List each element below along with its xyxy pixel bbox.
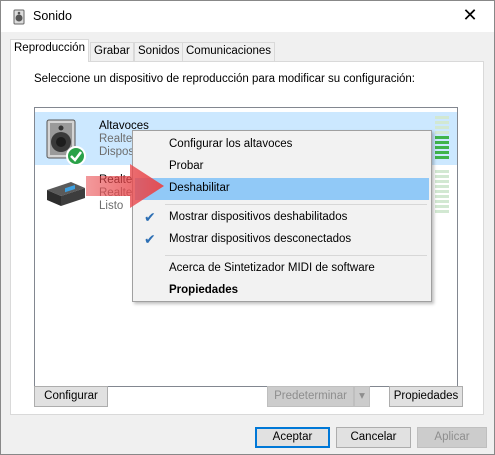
- menu-item-about-midi[interactable]: Acerca de Sintetizador MIDI de software: [135, 258, 429, 280]
- speaker-default-icon: [46, 119, 86, 166]
- check-icon: ✔: [144, 209, 156, 225]
- context-menu: Configurar los altavoces Probar Deshabil…: [132, 130, 432, 302]
- digital-output-icon: [47, 182, 85, 206]
- device-status: Dispos: [99, 146, 135, 158]
- menu-item-label: Acerca de Sintetizador MIDI de software: [169, 262, 375, 274]
- menu-item-label: Mostrar dispositivos desconectados: [169, 233, 352, 245]
- menu-item-disable[interactable]: Deshabilitar: [135, 178, 429, 200]
- menu-item-configure-speakers[interactable]: Configurar los altavoces: [135, 134, 429, 156]
- menu-separator: [165, 255, 427, 256]
- menu-item-properties[interactable]: Propiedades: [135, 280, 429, 302]
- tab-comunicaciones[interactable]: Comunicaciones: [182, 42, 276, 61]
- menu-item-test[interactable]: Probar: [135, 156, 429, 178]
- tab-grabar[interactable]: Grabar: [90, 42, 134, 61]
- set-default-dropdown[interactable]: ▾: [354, 386, 370, 407]
- volume-meter: [435, 116, 449, 161]
- title-bar: Sonido ✕: [1, 1, 494, 32]
- menu-item-label: Mostrar dispositivos deshabilitados: [169, 211, 348, 223]
- properties-button[interactable]: Propiedades: [389, 386, 463, 407]
- ok-button[interactable]: Aceptar: [255, 427, 330, 448]
- tab-reproduccion[interactable]: Reproducción: [10, 39, 89, 62]
- tab-sonidos[interactable]: Sonidos: [134, 42, 184, 61]
- close-button[interactable]: ✕: [452, 3, 488, 29]
- menu-item-label: Probar: [169, 160, 204, 172]
- menu-item-label: Configurar los altavoces: [169, 138, 293, 150]
- speaker-icon: [13, 9, 25, 25]
- cancel-button[interactable]: Cancelar: [336, 427, 411, 448]
- window-title: Sonido: [33, 9, 72, 23]
- arrow-annotation-icon: [86, 164, 164, 208]
- volume-meter: [435, 170, 449, 215]
- menu-separator: [165, 204, 427, 205]
- instructions-text: Seleccione un dispositivo de reproducció…: [34, 73, 415, 85]
- set-default-button[interactable]: Predeterminar: [267, 386, 354, 407]
- configure-button[interactable]: Configurar: [34, 386, 108, 407]
- check-icon: ✔: [144, 231, 156, 247]
- menu-item-show-disabled[interactable]: ✔ Mostrar dispositivos deshabilitados: [135, 207, 429, 229]
- menu-item-label: Propiedades: [169, 284, 239, 296]
- menu-item-show-disconnected[interactable]: ✔ Mostrar dispositivos desconectados: [135, 229, 429, 251]
- menu-item-label: Deshabilitar: [169, 182, 230, 194]
- apply-button[interactable]: Aplicar: [417, 427, 487, 448]
